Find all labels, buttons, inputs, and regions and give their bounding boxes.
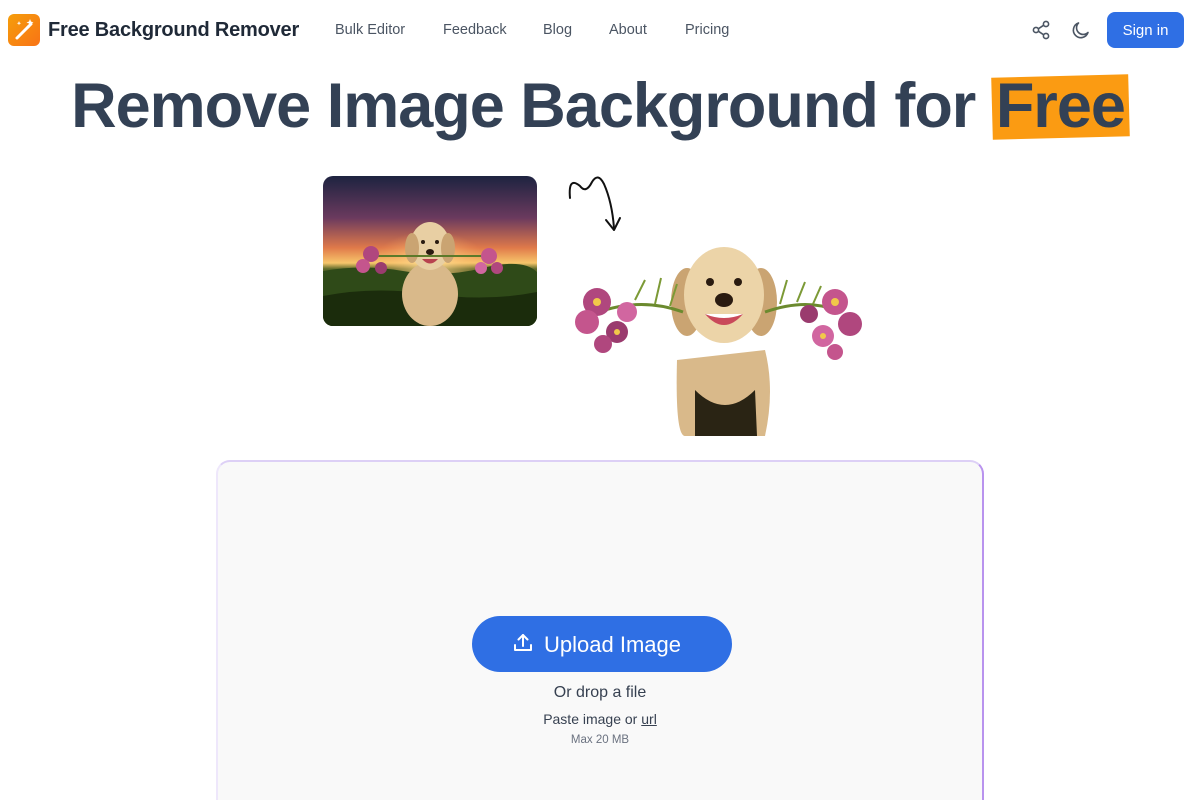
nav-about[interactable]: About	[609, 22, 647, 38]
nav-pricing[interactable]: Pricing	[685, 22, 729, 38]
upload-dropzone[interactable]: Upload Image Or drop a file Paste image …	[216, 460, 984, 800]
top-header: Free Background Remover Bulk Editor Feed…	[0, 0, 1200, 60]
max-size-text: Max 20 MB	[570, 734, 630, 746]
sign-in-button[interactable]: Sign in	[1107, 12, 1184, 48]
share-icon[interactable]	[1030, 19, 1052, 41]
nav-feedback[interactable]: Feedback	[443, 22, 507, 38]
hero-title-main: Remove Image Background for	[71, 71, 976, 141]
hero-title-highlight: Free	[991, 70, 1130, 142]
nav-bulk-editor[interactable]: Bulk Editor	[335, 22, 405, 38]
background-removed-photo	[565, 240, 870, 436]
squiggle-arrow-icon	[566, 172, 630, 241]
drop-file-text: Or drop a file	[553, 684, 647, 701]
moon-icon[interactable]	[1070, 19, 1092, 41]
upload-image-button[interactable]: Upload Image	[472, 616, 732, 672]
nav-blog[interactable]: Blog	[543, 22, 572, 38]
upload-button-label: Upload Image	[544, 632, 681, 657]
logo-icon[interactable]	[8, 14, 40, 46]
url-link[interactable]: url	[641, 711, 657, 727]
paste-prefix: Paste image or	[543, 711, 638, 727]
upload-icon	[512, 632, 534, 660]
paste-hint: Paste image or url	[218, 711, 982, 727]
original-photo	[323, 176, 537, 326]
brand-name[interactable]: Free Background Remover	[48, 19, 299, 42]
hero-title: Remove Image Background for Free	[0, 70, 1200, 142]
